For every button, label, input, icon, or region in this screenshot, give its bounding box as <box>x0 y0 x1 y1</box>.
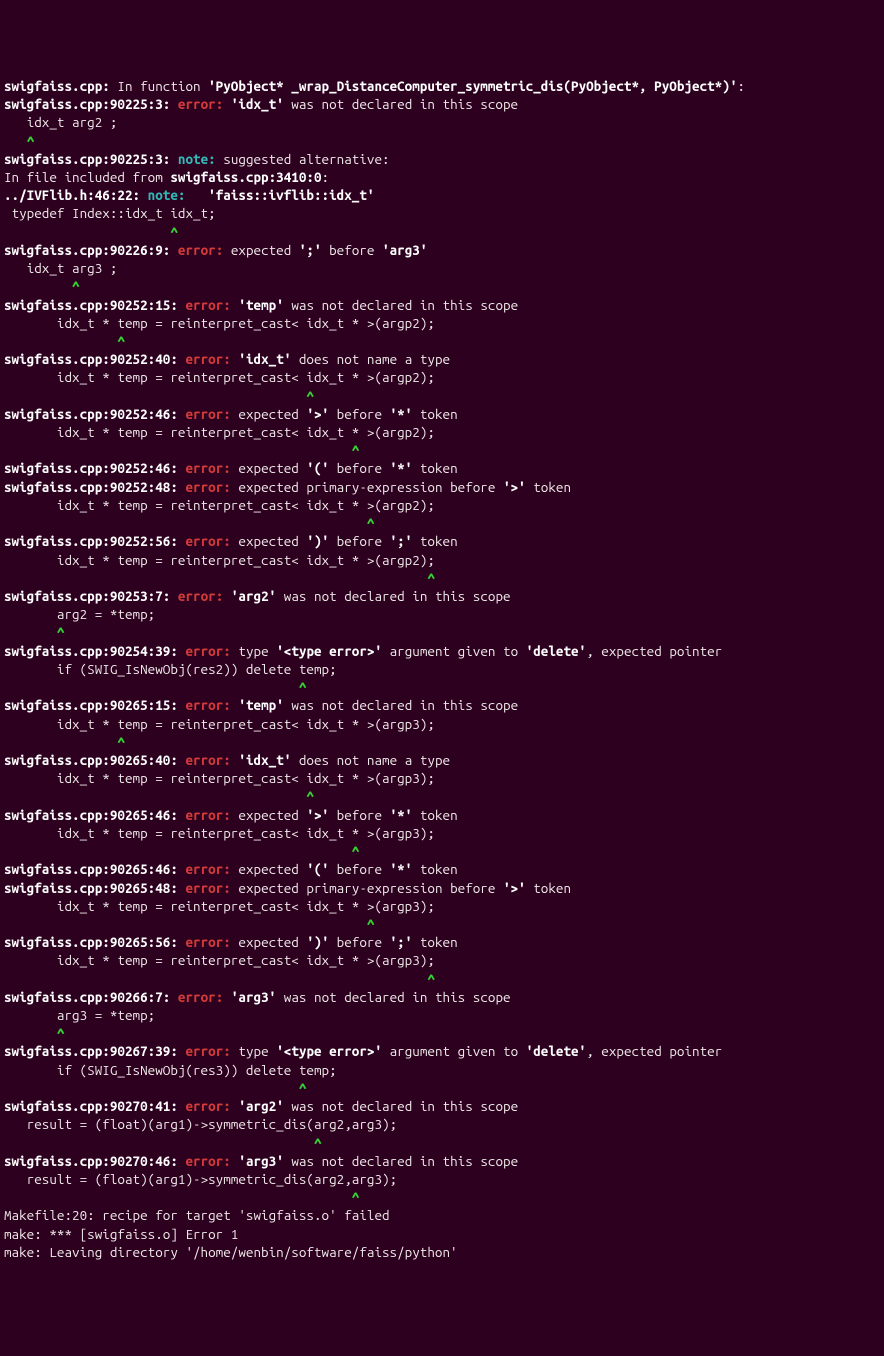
terminal-line: ^ <box>4 441 880 459</box>
terminal-line: result = (float)(arg1)->symmetric_dis(ar… <box>4 1115 880 1133</box>
terminal-line: In file included from swigfaiss.cpp:3410… <box>4 168 880 186</box>
terminal-line: idx_t * temp = reinterpret_cast< idx_t *… <box>4 423 880 441</box>
terminal-line: idx_t arg3 ; <box>4 259 880 277</box>
terminal-line: typedef Index::idx_t idx_t; <box>4 204 880 222</box>
terminal-line: arg3 = *temp; <box>4 1006 880 1024</box>
terminal-line: ^ <box>4 1024 880 1042</box>
terminal-line: idx_t arg2 ; <box>4 113 880 131</box>
terminal-line: idx_t * temp = reinterpret_cast< idx_t *… <box>4 715 880 733</box>
terminal-line: ^ <box>4 223 880 241</box>
terminal-line: swigfaiss.cpp:90270:46: error: 'arg3' wa… <box>4 1152 880 1170</box>
terminal-line: swigfaiss.cpp:90252:15: error: 'temp' wa… <box>4 296 880 314</box>
terminal-line: ^ <box>4 787 880 805</box>
terminal-line: ^ <box>4 1134 880 1152</box>
terminal-line: swigfaiss.cpp:90225:3: note: suggested a… <box>4 150 880 168</box>
terminal-line: result = (float)(arg1)->symmetric_dis(ar… <box>4 1170 880 1188</box>
terminal-line: ^ <box>4 332 880 350</box>
terminal-line: swigfaiss.cpp:90266:7: error: 'arg3' was… <box>4 988 880 1006</box>
terminal-line: ^ <box>4 623 880 641</box>
terminal-line: ^ <box>4 842 880 860</box>
terminal-line: swigfaiss.cpp:90252:40: error: 'idx_t' d… <box>4 350 880 368</box>
terminal-line: arg2 = *temp; <box>4 605 880 623</box>
terminal-line: swigfaiss.cpp:90252:48: error: expected … <box>4 478 880 496</box>
terminal-line: if (SWIG_IsNewObj(res2)) delete temp; <box>4 660 880 678</box>
terminal-line: idx_t * temp = reinterpret_cast< idx_t *… <box>4 824 880 842</box>
terminal-line: ^ <box>4 1188 880 1206</box>
terminal-line: Makefile:20: recipe for target 'swigfais… <box>4 1206 880 1224</box>
terminal-output: swigfaiss.cpp: In function 'PyObject* _w… <box>4 77 880 1261</box>
terminal-line: swigfaiss.cpp:90254:39: error: type '<ty… <box>4 642 880 660</box>
terminal-line: swigfaiss.cpp:90252:46: error: expected … <box>4 459 880 477</box>
terminal-line: ^ <box>4 132 880 150</box>
terminal-line: ^ <box>4 387 880 405</box>
terminal-line: make: *** [swigfaiss.o] Error 1 <box>4 1225 880 1243</box>
terminal-line: swigfaiss.cpp:90265:15: error: 'temp' wa… <box>4 696 880 714</box>
terminal-line: swigfaiss.cpp:90252:46: error: expected … <box>4 405 880 423</box>
terminal-line: swigfaiss.cpp:90253:7: error: 'arg2' was… <box>4 587 880 605</box>
terminal-line: swigfaiss.cpp:90225:3: error: 'idx_t' wa… <box>4 95 880 113</box>
terminal-line: idx_t * temp = reinterpret_cast< idx_t *… <box>4 368 880 386</box>
terminal-line: idx_t * temp = reinterpret_cast< idx_t *… <box>4 769 880 787</box>
terminal-line: idx_t * temp = reinterpret_cast< idx_t *… <box>4 551 880 569</box>
terminal-line: idx_t * temp = reinterpret_cast< idx_t *… <box>4 314 880 332</box>
terminal-line: ^ <box>4 733 880 751</box>
terminal-line: swigfaiss.cpp:90265:46: error: expected … <box>4 860 880 878</box>
terminal-line: ../IVFlib.h:46:22: note: 'faiss::ivflib:… <box>4 186 880 204</box>
terminal-line: swigfaiss.cpp:90226:9: error: expected '… <box>4 241 880 259</box>
terminal-line: ^ <box>4 277 880 295</box>
terminal-line: swigfaiss.cpp:90267:39: error: type '<ty… <box>4 1042 880 1060</box>
terminal-line: swigfaiss.cpp:90265:48: error: expected … <box>4 879 880 897</box>
terminal-line: ^ <box>4 678 880 696</box>
terminal-line: swigfaiss.cpp:90265:40: error: 'idx_t' d… <box>4 751 880 769</box>
terminal-line: idx_t * temp = reinterpret_cast< idx_t *… <box>4 496 880 514</box>
terminal-line: ^ <box>4 1079 880 1097</box>
terminal-line: if (SWIG_IsNewObj(res3)) delete temp; <box>4 1061 880 1079</box>
terminal-line: swigfaiss.cpp:90265:56: error: expected … <box>4 933 880 951</box>
terminal-line: idx_t * temp = reinterpret_cast< idx_t *… <box>4 951 880 969</box>
terminal-line: ^ <box>4 514 880 532</box>
terminal-line: swigfaiss.cpp:90252:56: error: expected … <box>4 532 880 550</box>
terminal-line: ^ <box>4 970 880 988</box>
terminal-line: swigfaiss.cpp:90265:46: error: expected … <box>4 806 880 824</box>
terminal-line: idx_t * temp = reinterpret_cast< idx_t *… <box>4 897 880 915</box>
terminal-line: make: Leaving directory '/home/wenbin/so… <box>4 1243 880 1261</box>
terminal-line: swigfaiss.cpp: In function 'PyObject* _w… <box>4 77 880 95</box>
terminal-line: ^ <box>4 569 880 587</box>
terminal-line: ^ <box>4 915 880 933</box>
